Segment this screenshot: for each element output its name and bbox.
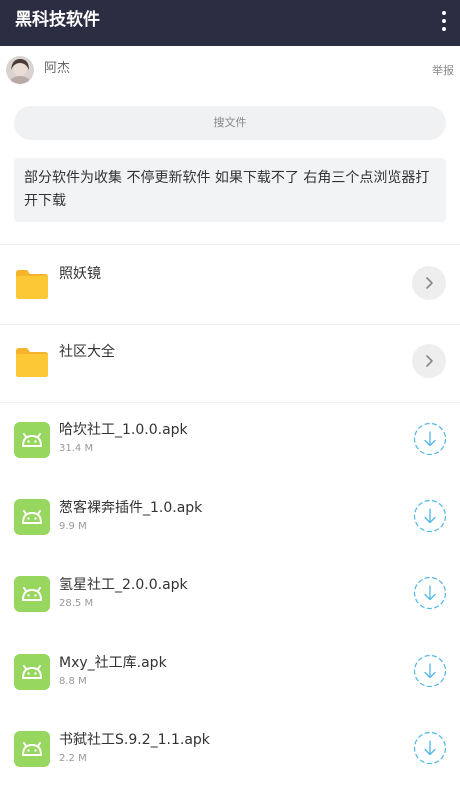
android-apk-icon — [14, 576, 50, 612]
download-icon[interactable] — [413, 576, 447, 610]
chevron-right-icon[interactable] — [412, 344, 446, 378]
folder-icon — [14, 344, 50, 380]
file-size: 31.4 M — [59, 443, 94, 454]
file-name: 葱客裸奔插件_1.0.apk — [59, 500, 203, 516]
download-icon[interactable] — [413, 731, 447, 765]
search-files-button[interactable]: 搜文件 — [14, 106, 446, 140]
more-vertical-icon[interactable] — [436, 7, 452, 35]
report-link[interactable]: 举报 — [432, 64, 454, 78]
divider — [0, 244, 460, 245]
download-icon[interactable] — [413, 499, 447, 533]
android-apk-icon — [14, 654, 50, 690]
file-row[interactable]: 葱客裸奔插件_1.0.apk 9.9 M — [0, 480, 460, 558]
file-row[interactable]: Mxy_社工库.apk 8.8 M — [0, 635, 460, 713]
file-row[interactable]: 书弑社工S.9.2_1.1.apk 2.2 M — [0, 712, 460, 790]
avatar[interactable] — [6, 56, 34, 84]
file-name: Mxy_社工库.apk — [59, 655, 167, 671]
file-size: 28.5 M — [59, 598, 94, 609]
download-icon[interactable] — [413, 654, 447, 688]
file-row[interactable]: 氢星社工_2.0.0.apk 28.5 M — [0, 557, 460, 635]
folder-icon — [14, 266, 50, 302]
file-size: 8.8 M — [59, 676, 87, 687]
uploader-info: 阿杰 举报 — [0, 52, 460, 90]
app-header: 黑科技软件 — [0, 0, 460, 46]
android-apk-icon — [14, 731, 50, 767]
uploader-name: 阿杰 — [44, 61, 71, 76]
page-title: 黑科技软件 — [15, 10, 100, 30]
file-name: 哈坎社工_1.0.0.apk — [59, 422, 188, 438]
android-apk-icon — [14, 422, 50, 458]
folder-row[interactable]: 照妖镜 — [0, 246, 460, 324]
file-row[interactable]: 哈坎社工_1.0.0.apk 31.4 M — [0, 402, 460, 480]
folder-row[interactable]: 社区大全 — [0, 324, 460, 402]
folder-name: 社区大全 — [59, 344, 115, 360]
file-name: 书弑社工S.9.2_1.1.apk — [59, 732, 210, 748]
android-apk-icon — [14, 499, 50, 535]
chevron-right-icon[interactable] — [412, 266, 446, 300]
notice-text: 部分软件为收集 不停更新软件 如果下载不了 右角三个点浏览器打开下载 — [14, 158, 446, 222]
folder-name: 照妖镜 — [59, 266, 101, 282]
file-size: 2.2 M — [59, 753, 87, 764]
download-icon[interactable] — [413, 422, 447, 456]
file-size: 9.9 M — [59, 521, 87, 532]
file-name: 氢星社工_2.0.0.apk — [59, 577, 188, 593]
